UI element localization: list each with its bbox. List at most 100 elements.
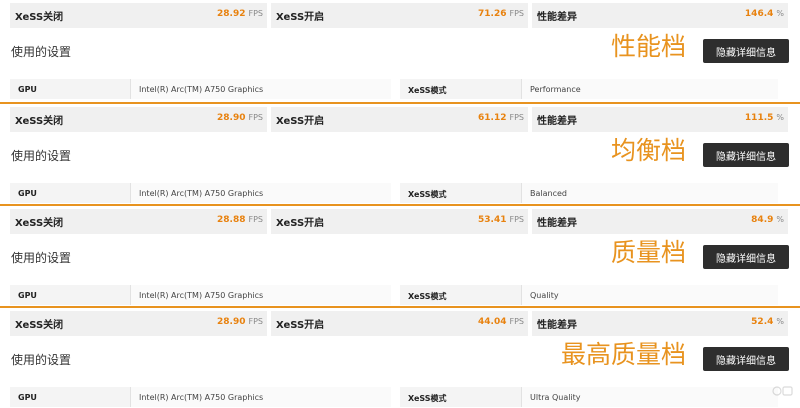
xess-off-value: 28.88 FPS bbox=[217, 215, 263, 225]
gpu-value-cell: Intel(R) Arc(TM) A750 Graphics bbox=[130, 183, 391, 203]
perf-diff-percent: 52.4 bbox=[751, 317, 774, 327]
xess-mode-value: Quality bbox=[530, 291, 559, 300]
xess-mode-value: Performance bbox=[530, 85, 581, 94]
xess-on-label: XeSS开启 bbox=[276, 218, 325, 229]
hide-details-button[interactable]: 隐藏详细信息 bbox=[703, 39, 789, 63]
settings-title: 使用的设置 bbox=[11, 251, 72, 265]
gpu-value-cell: Intel(R) Arc(TM) A750 Graphics bbox=[130, 285, 391, 305]
hide-details-button[interactable]: 隐藏详细信息 bbox=[703, 245, 789, 269]
xess-on-value: 44.04 FPS bbox=[478, 317, 524, 327]
gpu-row: GPU Intel(R) Arc(TM) A750 Graphics bbox=[10, 79, 391, 99]
xess-on-metric: XeSS开启 71.26 FPS bbox=[271, 3, 528, 28]
percent-unit: % bbox=[776, 317, 784, 326]
fps-unit: FPS bbox=[248, 317, 263, 326]
xess-off-value: 28.90 FPS bbox=[217, 113, 263, 123]
perf-diff-metric: 性能差异 84.9% bbox=[532, 209, 788, 234]
mode-annotation: 质量档 bbox=[610, 238, 686, 267]
xess-on-fps: 44.04 bbox=[478, 317, 507, 327]
xess-on-fps: 71.26 bbox=[478, 9, 507, 19]
xess-off-label: XeSS关闭 bbox=[15, 116, 64, 127]
perf-diff-percent: 111.5 bbox=[744, 113, 774, 123]
gpu-value: Intel(R) Arc(TM) A750 Graphics bbox=[139, 393, 264, 402]
benchmark-block: XeSS关闭 28.92 FPS XeSS开启 71.26 FPS 性能差异 146… bbox=[0, 0, 800, 102]
percent-unit: % bbox=[776, 215, 784, 224]
gpu-key: GPU bbox=[18, 291, 37, 300]
xess-off-label: XeSS关闭 bbox=[15, 218, 64, 229]
gpu-value: Intel(R) Arc(TM) A750 Graphics bbox=[139, 189, 264, 198]
xess-mode-key: XeSS模式 bbox=[408, 292, 447, 301]
fps-unit: FPS bbox=[248, 9, 263, 18]
xess-mode-row: XeSS模式 Performance bbox=[400, 79, 778, 99]
site-watermark-icon bbox=[772, 386, 793, 396]
xess-mode-row: XeSS模式 Quality bbox=[400, 285, 778, 305]
perf-diff-label: 性能差异 bbox=[537, 12, 577, 23]
mode-annotation: 性能档 bbox=[610, 32, 686, 61]
gpu-row: GPU Intel(R) Arc(TM) A750 Graphics bbox=[10, 387, 391, 407]
perf-diff-metric: 性能差异 146.4% bbox=[532, 3, 788, 28]
fps-unit: FPS bbox=[509, 113, 524, 122]
xess-off-value: 28.90 FPS bbox=[217, 317, 263, 327]
xess-on-value: 53.41 FPS bbox=[478, 215, 524, 225]
xess-on-label: XeSS开启 bbox=[276, 116, 325, 127]
xess-on-metric: XeSS开启 44.04 FPS bbox=[271, 311, 528, 336]
xess-on-fps: 61.12 bbox=[478, 113, 507, 123]
benchmark-block: XeSS关闭 28.88 FPS XeSS开启 53.41 FPS 性能差异 84.… bbox=[0, 204, 800, 306]
xess-off-metric: XeSS关闭 28.90 FPS bbox=[10, 107, 267, 132]
perf-diff-label: 性能差异 bbox=[537, 218, 577, 229]
hide-details-button[interactable]: 隐藏详细信息 bbox=[703, 143, 789, 167]
perf-diff-label: 性能差异 bbox=[537, 116, 577, 127]
xess-off-fps: 28.90 bbox=[217, 317, 246, 327]
xess-off-label: XeSS关闭 bbox=[15, 320, 64, 331]
settings-title: 使用的设置 bbox=[11, 45, 72, 59]
xess-on-label: XeSS开启 bbox=[276, 12, 325, 23]
gpu-row: GPU Intel(R) Arc(TM) A750 Graphics bbox=[10, 285, 391, 305]
xess-mode-value: Ultra Quality bbox=[530, 393, 581, 402]
gpu-key: GPU bbox=[18, 393, 37, 402]
gpu-key: GPU bbox=[18, 189, 37, 198]
xess-off-fps: 28.92 bbox=[217, 9, 246, 19]
percent-unit: % bbox=[776, 113, 784, 122]
gpu-value-cell: Intel(R) Arc(TM) A750 Graphics bbox=[130, 79, 391, 99]
gpu-value-cell: Intel(R) Arc(TM) A750 Graphics bbox=[130, 387, 391, 407]
xess-off-label: XeSS关闭 bbox=[15, 12, 64, 23]
perf-diff-value: 84.9% bbox=[751, 215, 784, 225]
xess-mode-value-cell: Balanced bbox=[521, 183, 778, 203]
xess-mode-row: XeSS模式 Balanced bbox=[400, 183, 778, 203]
perf-diff-label: 性能差异 bbox=[537, 320, 577, 331]
perf-diff-metric: 性能差异 111.5% bbox=[532, 107, 788, 132]
xess-on-metric: XeSS开启 61.12 FPS bbox=[271, 107, 528, 132]
xess-mode-key: XeSS模式 bbox=[408, 394, 447, 403]
perf-diff-value: 52.4% bbox=[751, 317, 784, 327]
fps-unit: FPS bbox=[248, 113, 263, 122]
xess-mode-value-cell: Quality bbox=[521, 285, 778, 305]
gpu-key: GPU bbox=[18, 85, 37, 94]
xess-off-metric: XeSS关闭 28.92 FPS bbox=[10, 3, 267, 28]
mode-annotation: 均衡档 bbox=[610, 136, 686, 165]
gpu-value: Intel(R) Arc(TM) A750 Graphics bbox=[139, 85, 264, 94]
perf-diff-percent: 146.4 bbox=[744, 9, 774, 19]
settings-title: 使用的设置 bbox=[11, 149, 72, 163]
xess-on-value: 61.12 FPS bbox=[478, 113, 524, 123]
gpu-row: GPU Intel(R) Arc(TM) A750 Graphics bbox=[10, 183, 391, 203]
xess-mode-key: XeSS模式 bbox=[408, 86, 447, 95]
xess-on-value: 71.26 FPS bbox=[478, 9, 524, 19]
xess-on-fps: 53.41 bbox=[478, 215, 507, 225]
xess-off-fps: 28.88 bbox=[217, 215, 246, 225]
benchmark-block: XeSS关闭 28.90 FPS XeSS开启 44.04 FPS 性能差异 52.… bbox=[0, 306, 800, 408]
xess-off-metric: XeSS关闭 28.88 FPS bbox=[10, 209, 267, 234]
settings-title: 使用的设置 bbox=[11, 353, 72, 367]
xess-mode-key: XeSS模式 bbox=[408, 190, 447, 199]
hide-details-button[interactable]: 隐藏详细信息 bbox=[703, 347, 789, 371]
perf-diff-value: 111.5% bbox=[745, 113, 784, 123]
xess-mode-value-cell: Performance bbox=[521, 79, 778, 99]
gpu-value: Intel(R) Arc(TM) A750 Graphics bbox=[139, 291, 264, 300]
mode-annotation: 最高质量档 bbox=[560, 340, 686, 369]
xess-mode-row: XeSS模式 Ultra Quality bbox=[400, 387, 778, 407]
xess-off-metric: XeSS关闭 28.90 FPS bbox=[10, 311, 267, 336]
perf-diff-metric: 性能差异 52.4% bbox=[532, 311, 788, 336]
fps-unit: FPS bbox=[509, 317, 524, 326]
perf-diff-percent: 84.9 bbox=[751, 215, 774, 225]
xess-mode-value-cell: Ultra Quality bbox=[521, 387, 778, 407]
xess-off-value: 28.92 FPS bbox=[217, 9, 263, 19]
xess-mode-value: Balanced bbox=[530, 189, 567, 198]
